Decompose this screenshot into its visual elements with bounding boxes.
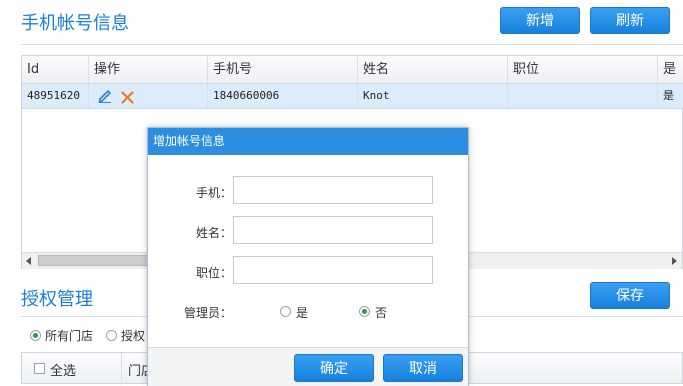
name-input[interactable] [233,216,433,244]
admin-yes-label: 是 [296,306,309,320]
page-title: 手机帐号信息 [21,13,129,34]
radio-authorized-stores-label: 授权 [121,329,146,343]
dialog-footer: 确定 取消 [148,347,468,386]
phone-input[interactable] [233,176,433,204]
radio-all-stores[interactable] [30,330,41,341]
delete-icon[interactable] [121,89,134,104]
column-header-name[interactable]: 姓名 [358,56,508,83]
position-input[interactable] [233,256,433,284]
header-column-divider [121,353,122,385]
auth-section-title: 授权管理 [21,289,93,310]
cell-position [508,84,658,108]
dialog-title: 增加帐号信息 [148,128,468,155]
table-row[interactable]: 48951620 1840660006 Knot 是 [22,84,683,109]
select-all-checkbox[interactable] [34,363,45,374]
admin-no-label: 否 [375,306,388,320]
column-header-actions[interactable]: 操作 [89,56,208,83]
confirm-button[interactable]: 确定 [294,354,374,382]
column-header-phone[interactable]: 手机号 [208,56,358,83]
scroll-left-arrow-icon[interactable] [26,257,31,265]
column-header-id[interactable]: Id [22,56,89,83]
add-button[interactable]: 新增 [500,7,580,34]
edit-icon[interactable] [98,87,112,103]
cell-phone: 1840660006 [208,84,358,108]
save-button[interactable]: 保存 [590,282,670,309]
add-account-dialog: 增加帐号信息 手机： 姓名： 职位： 管理员： 是 否 确定 取消 [147,127,469,386]
admin-no-radio[interactable] [359,306,370,317]
column-header-admin[interactable]: 是 [658,56,683,83]
table-header: Id 操作 手机号 姓名 职位 是 [22,56,683,84]
radio-all-stores-label: 所有门店 [45,329,94,343]
select-all-label: 全选 [50,364,77,379]
column-header-position[interactable]: 职位 [508,56,658,83]
name-label: 姓名： [195,226,232,240]
admin-label: 管理员： [183,306,232,320]
admin-yes-radio[interactable] [280,306,291,317]
scroll-right-arrow-icon[interactable] [672,257,677,265]
cell-id: 48951620 [22,84,89,108]
refresh-button[interactable]: 刷新 [590,7,670,34]
phone-label: 手机： [195,186,232,200]
cell-name: Knot [358,84,508,108]
cell-actions [89,84,208,108]
radio-authorized-stores[interactable] [106,330,117,341]
position-label: 职位： [195,266,232,280]
header-divider [21,44,683,45]
cell-admin: 是 [663,89,674,102]
cancel-button[interactable]: 取消 [383,354,463,382]
